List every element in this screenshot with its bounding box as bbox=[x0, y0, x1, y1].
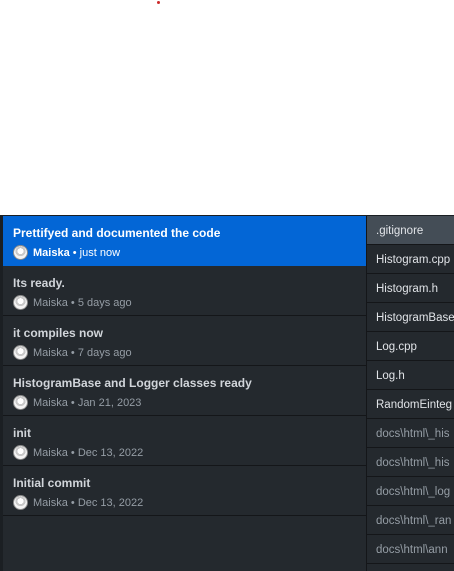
commit-meta: Maiska • 5 days ago bbox=[13, 295, 366, 310]
changed-files-list[interactable]: .gitignore Histogram.cpp Histogram.h His… bbox=[366, 216, 454, 571]
commit-item[interactable]: HistogramBase and Logger classes ready M… bbox=[3, 366, 366, 416]
commit-author: Maiska bbox=[33, 246, 70, 259]
history-panel: Prettifyed and documented the code Maisk… bbox=[0, 215, 454, 571]
avatar-icon bbox=[13, 495, 28, 510]
file-item[interactable]: Log.cpp bbox=[367, 332, 454, 361]
avatar-icon bbox=[13, 445, 28, 460]
commit-item[interactable]: Its ready. Maiska • 5 days ago bbox=[3, 266, 366, 316]
commit-meta: Maiska • 7 days ago bbox=[13, 345, 366, 360]
meta-separator: • bbox=[67, 396, 78, 409]
file-item[interactable]: Log.h bbox=[367, 361, 454, 390]
avatar-icon bbox=[13, 345, 28, 360]
commit-meta: Maiska • Jan 21, 2023 bbox=[13, 395, 366, 410]
commit-title: HistogramBase and Logger classes ready bbox=[13, 376, 252, 390]
commit-meta: Maiska • just now bbox=[13, 245, 366, 260]
file-item[interactable]: docs\html\_his bbox=[367, 419, 454, 448]
commit-author: Maiska bbox=[33, 296, 68, 309]
file-item[interactable]: HistogramBase bbox=[367, 303, 454, 332]
commit-time: 5 days ago bbox=[77, 296, 132, 309]
meta-separator: • bbox=[67, 446, 78, 459]
commit-title: Initial commit bbox=[13, 476, 91, 490]
file-item[interactable]: docs\html\_ran bbox=[367, 506, 454, 535]
commit-time: Jan 21, 2023 bbox=[77, 396, 142, 409]
commit-time: Dec 13, 2022 bbox=[77, 496, 144, 509]
commit-title: Prettifyed and documented the code bbox=[13, 226, 221, 240]
commit-title: Its ready. bbox=[13, 276, 65, 290]
commit-author: Maiska bbox=[33, 446, 68, 459]
meta-separator: • bbox=[67, 296, 78, 309]
commit-item[interactable]: init Maiska • Dec 13, 2022 bbox=[3, 416, 366, 466]
commit-meta: Maiska • Dec 13, 2022 bbox=[13, 445, 366, 460]
commit-list[interactable]: Prettifyed and documented the code Maisk… bbox=[0, 216, 366, 571]
commit-author: Maiska bbox=[33, 496, 68, 509]
file-item[interactable]: docs\html\ann bbox=[367, 535, 454, 564]
avatar-icon bbox=[13, 245, 28, 260]
commit-item[interactable]: it compiles now Maiska • 7 days ago bbox=[3, 316, 366, 366]
file-item[interactable]: Histogram.cpp bbox=[367, 245, 454, 274]
commit-item[interactable]: Prettifyed and documented the code Maisk… bbox=[3, 216, 366, 266]
commit-title: it compiles now bbox=[13, 326, 104, 340]
avatar-icon bbox=[13, 295, 28, 310]
avatar-icon bbox=[13, 395, 28, 410]
file-item[interactable]: docs\html\_his bbox=[367, 448, 454, 477]
file-item[interactable]: .gitignore bbox=[367, 216, 454, 245]
meta-separator: • bbox=[67, 496, 78, 509]
commit-time: Dec 13, 2022 bbox=[77, 446, 144, 459]
file-item[interactable]: Histogram.h bbox=[367, 274, 454, 303]
commit-time: just now bbox=[79, 246, 121, 259]
meta-separator: • bbox=[67, 346, 78, 359]
file-item[interactable]: docs\html\_log bbox=[367, 477, 454, 506]
file-item[interactable]: RandomEinteg bbox=[367, 390, 454, 419]
commit-item[interactable]: Initial commit Maiska • Dec 13, 2022 bbox=[3, 466, 366, 516]
cursor-marker bbox=[157, 1, 160, 4]
commit-author: Maiska bbox=[33, 346, 68, 359]
meta-separator: • bbox=[69, 246, 80, 259]
commit-author: Maiska bbox=[33, 396, 68, 409]
commit-time: 7 days ago bbox=[77, 346, 132, 359]
commit-meta: Maiska • Dec 13, 2022 bbox=[13, 495, 366, 510]
commit-title: init bbox=[13, 426, 31, 440]
